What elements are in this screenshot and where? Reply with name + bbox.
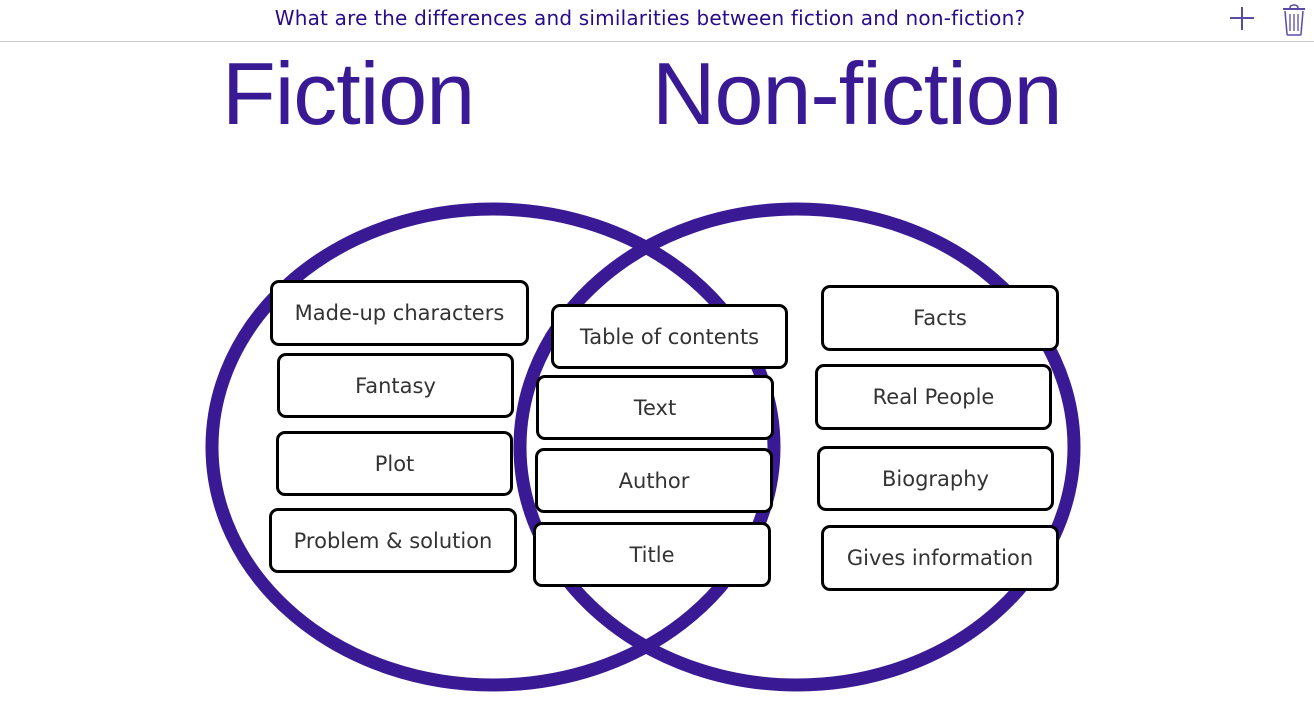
card-both[interactable]: Text — [536, 375, 774, 440]
card-nonfiction[interactable]: Real People — [815, 364, 1052, 430]
card-fiction[interactable]: Made-up characters — [270, 280, 529, 346]
card-nonfiction[interactable]: Gives information — [821, 525, 1059, 591]
card-both[interactable]: Title — [533, 522, 771, 587]
card-both[interactable]: Table of contents — [551, 304, 788, 369]
card-fiction[interactable]: Problem & solution — [269, 508, 517, 573]
card-nonfiction[interactable]: Facts — [821, 285, 1059, 351]
card-nonfiction[interactable]: Biography — [817, 446, 1054, 511]
card-fiction[interactable]: Fantasy — [277, 353, 514, 418]
card-fiction[interactable]: Plot — [276, 431, 513, 496]
card-both[interactable]: Author — [535, 448, 773, 513]
